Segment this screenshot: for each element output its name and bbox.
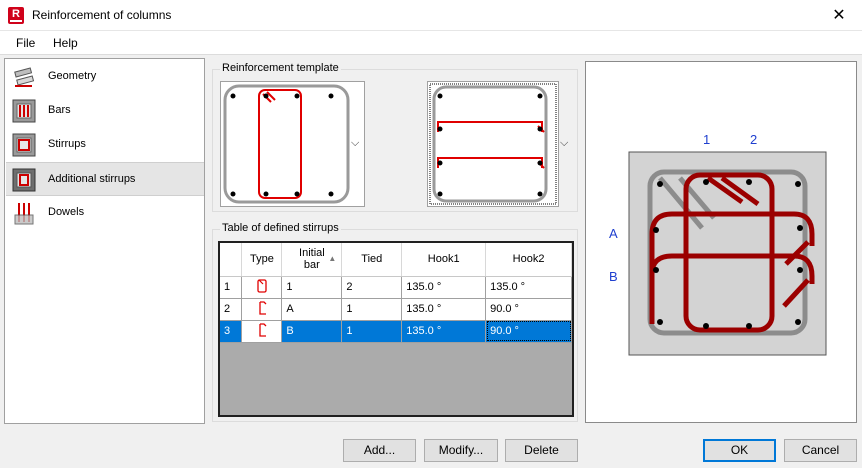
column-header-type[interactable]: Type <box>241 243 283 277</box>
stirrups-icon <box>12 133 36 157</box>
row-initial-bar: B <box>281 320 343 343</box>
row-type <box>241 298 283 321</box>
row-initial-bar: 1 <box>281 276 343 299</box>
template-dropdown-arrow-icon[interactable]: ⌵ <box>351 137 359 150</box>
sidebar-item-geometry[interactable]: Geometry <box>6 60 204 94</box>
row-index: 3 <box>220 320 243 343</box>
template-option-horizontal[interactable] <box>427 81 559 207</box>
cross-section-preview: 1 2 A B <box>585 61 857 423</box>
bar-label-b: B <box>609 269 618 284</box>
template-horizontal-stirrup-diagram <box>429 83 557 205</box>
sidebar-item-dowels[interactable]: Dowels <box>6 196 204 230</box>
row-index: 2 <box>220 298 243 321</box>
modify-button[interactable]: Modify... <box>424 439 498 462</box>
column-header-initial-bar[interactable]: Initial bar ▲ <box>281 243 343 277</box>
row-tied: 2 <box>341 276 403 299</box>
column-header-label: Initial bar <box>299 247 325 272</box>
column-header-tied[interactable]: Tied <box>341 243 403 277</box>
table-row[interactable]: 2 A 1 135.0 ° 90.0 ° <box>220 298 572 321</box>
sidebar-item-label: Stirrups <box>48 138 86 150</box>
row-tied: 1 <box>341 298 403 321</box>
row-hook2: 90.0 ° <box>485 298 572 321</box>
table-row-selected[interactable]: 3 B 1 135.0 ° 90.0 ° <box>220 320 572 343</box>
row-hook1: 135.0 ° <box>401 320 487 343</box>
app-logo-icon: R <box>8 7 24 24</box>
row-hook2: 90.0 ° <box>485 320 572 343</box>
menu-bar: File Help <box>0 31 862 55</box>
table-row[interactable]: 1 1 2 135.0 ° 135.0 ° <box>220 276 572 299</box>
row-hook2: 135.0 ° <box>485 276 572 299</box>
bars-icon <box>12 99 36 123</box>
geometry-icon <box>14 67 35 87</box>
bar-label-2: 2 <box>750 132 757 147</box>
menu-help[interactable]: Help <box>53 36 78 50</box>
open-stirrup-icon <box>259 300 267 315</box>
sidebar-item-label: Geometry <box>48 70 97 82</box>
row-tied: 1 <box>341 320 403 343</box>
dowels-icon <box>14 203 34 225</box>
title-bar: R Reinforcement of columns ✕ <box>0 0 862 31</box>
sidebar-item-additional-stirrups[interactable]: Additional stirrups <box>6 162 204 196</box>
additional-stirrups-icon <box>12 168 36 192</box>
template-dropdown-arrow-icon[interactable]: ⌵ <box>560 137 568 150</box>
column-section-diagram: 1 2 A B <box>609 132 827 356</box>
column-header-hook1[interactable]: Hook1 <box>401 243 487 277</box>
menu-file[interactable]: File <box>16 36 35 50</box>
open-stirrup-icon <box>259 322 267 337</box>
ok-button[interactable]: OK <box>703 439 776 462</box>
sidebar-item-label: Additional stirrups <box>48 173 136 185</box>
window-title: Reinforcement of columns <box>32 8 172 22</box>
column-header-hook2[interactable]: Hook2 <box>485 243 572 277</box>
stirrups-table: Type Initial bar ▲ Tied Hook1 Hook2 1 1 … <box>218 241 574 417</box>
column-header-index[interactable] <box>220 243 243 277</box>
row-hook1: 135.0 ° <box>401 298 487 321</box>
sidebar: Geometry Bars Stirrups Additional stirru… <box>4 58 205 424</box>
row-hook1: 135.0 ° <box>401 276 487 299</box>
sidebar-item-label: Dowels <box>48 206 85 218</box>
row-type <box>241 276 283 299</box>
group-title: Reinforcement template <box>220 62 341 74</box>
bar-label-a: A <box>609 226 618 241</box>
sidebar-item-stirrups[interactable]: Stirrups <box>6 128 204 162</box>
close-icon[interactable]: ✕ <box>816 0 862 31</box>
row-initial-bar: A <box>281 298 343 321</box>
row-index: 1 <box>220 276 243 299</box>
template-option-vertical[interactable] <box>220 81 365 207</box>
closed-stirrup-icon <box>257 278 267 293</box>
sort-ascending-icon: ▲ <box>328 254 337 263</box>
sidebar-item-bars[interactable]: Bars <box>6 94 204 128</box>
delete-button[interactable]: Delete <box>505 439 578 462</box>
template-vertical-stirrup-diagram <box>223 84 350 204</box>
bar-label-1: 1 <box>703 132 710 147</box>
add-button[interactable]: Add... <box>343 439 416 462</box>
sidebar-item-label: Bars <box>48 104 71 116</box>
cancel-button[interactable]: Cancel <box>784 439 857 462</box>
group-title: Table of defined stirrups <box>220 222 341 234</box>
row-type <box>241 320 283 343</box>
